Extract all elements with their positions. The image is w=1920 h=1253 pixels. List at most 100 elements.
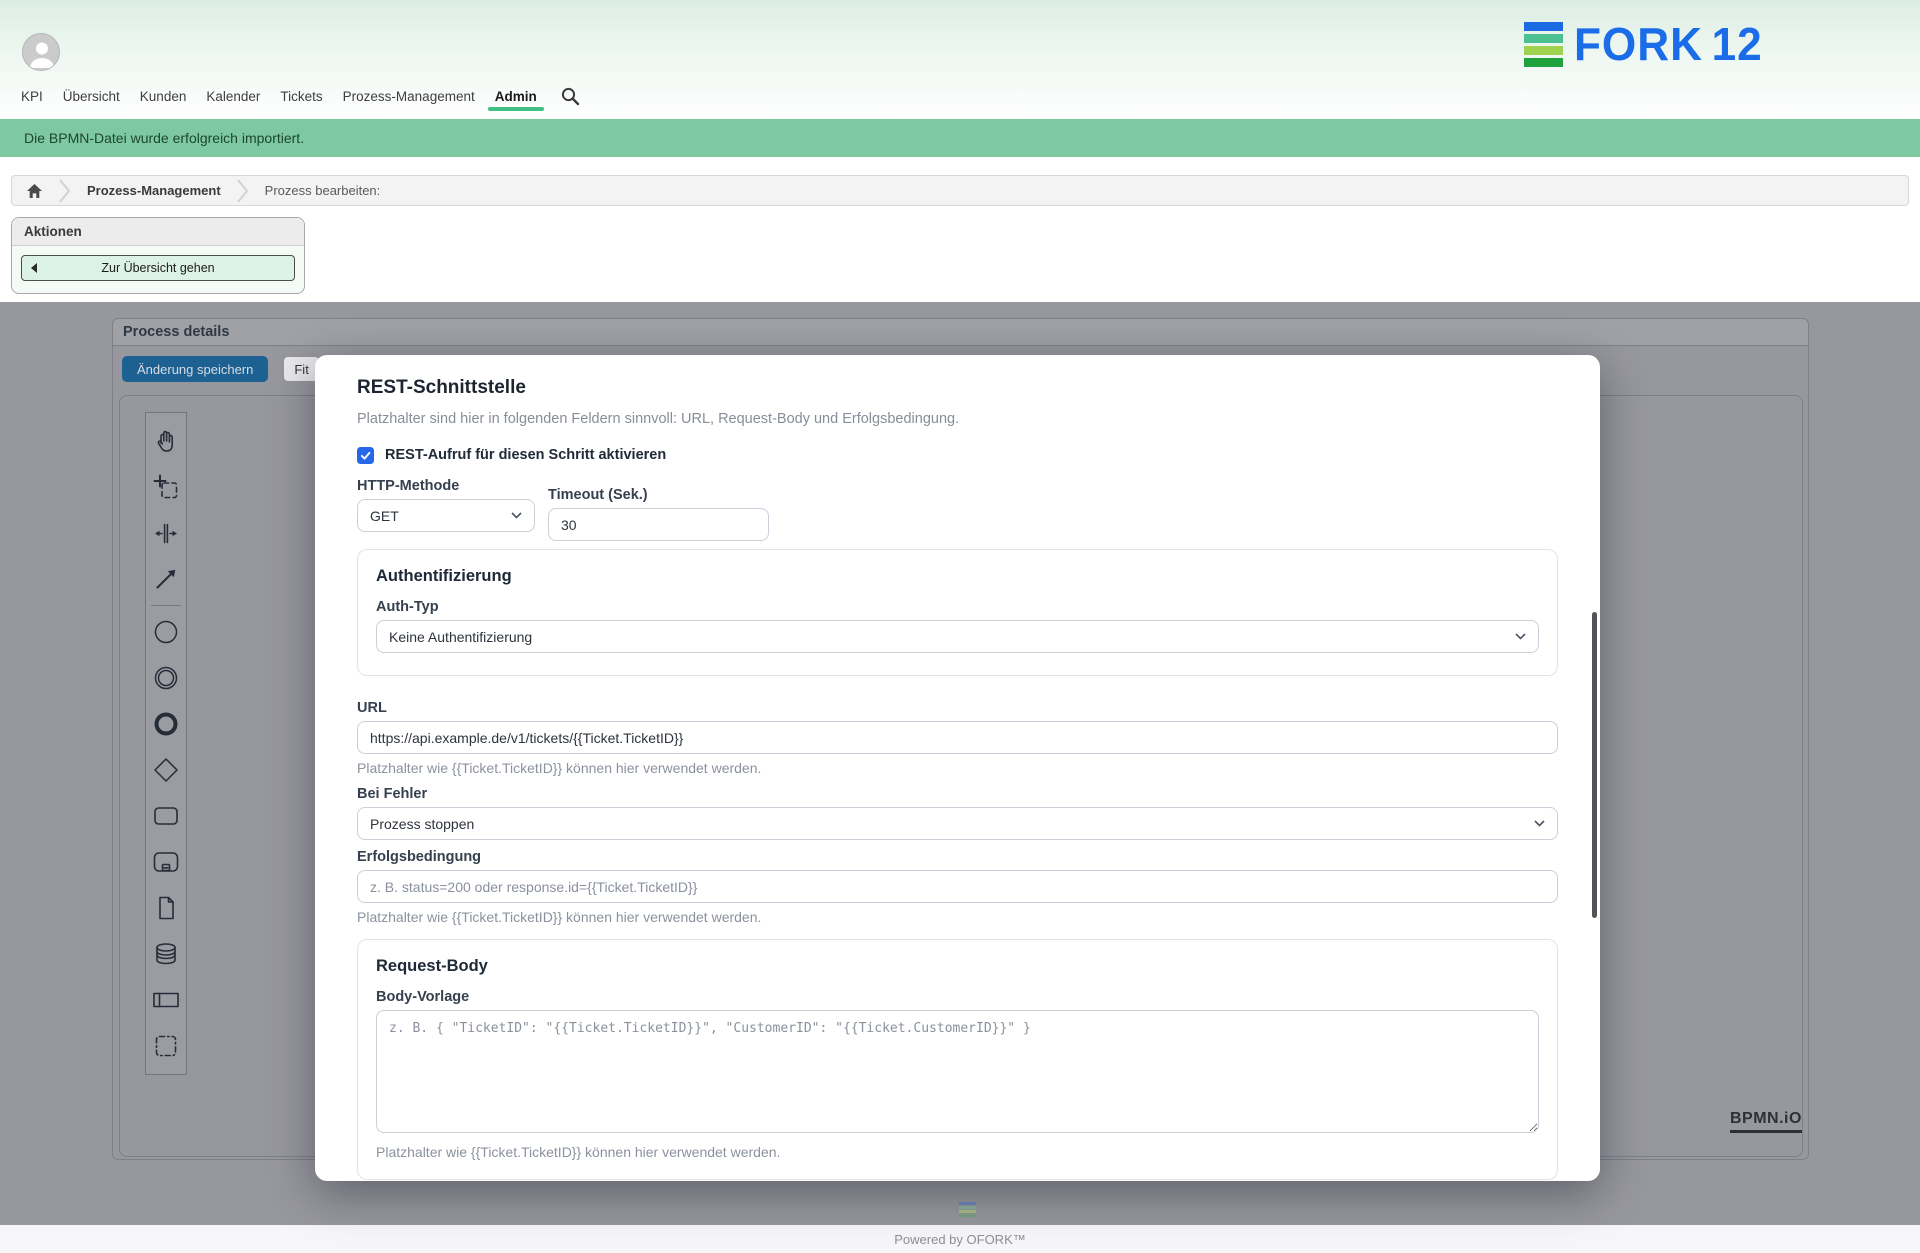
body-template-textarea[interactable]	[376, 1010, 1539, 1133]
palette-end-event[interactable]	[146, 701, 186, 747]
task-icon	[151, 801, 181, 831]
logo-text: FORK	[1574, 21, 1703, 67]
body-template-help-text: Platzhalter wie {{Ticket.TicketID}} könn…	[376, 1144, 1539, 1161]
palette-gateway[interactable]	[146, 747, 186, 793]
active-tab-underline	[488, 107, 544, 111]
nav-item-prozess-management[interactable]: Prozess-Management	[343, 89, 475, 104]
go-to-overview-label: Zur Übersicht gehen	[101, 261, 214, 275]
http-method-select[interactable]: GET	[357, 499, 535, 532]
body-template-label: Body-Vorlage	[376, 989, 1539, 1005]
palette-data-store[interactable]	[146, 931, 186, 977]
palette-start-event[interactable]	[146, 609, 186, 655]
on-error-value: Prozess stoppen	[370, 816, 474, 832]
actions-widget: Aktionen Zur Übersicht gehen	[11, 217, 305, 294]
nav-item-uebersicht[interactable]: Übersicht	[63, 89, 120, 104]
on-error-label: Bei Fehler	[357, 786, 1558, 802]
intermediate-event-icon	[151, 663, 181, 693]
success-condition-label: Erfolgsbedingung	[357, 849, 1558, 865]
end-event-icon	[151, 709, 181, 739]
group-icon	[151, 1031, 181, 1061]
rest-enable-checkbox[interactable]	[357, 447, 374, 464]
palette-task[interactable]	[146, 793, 186, 839]
dialog-title: REST-Schnittstelle	[357, 377, 1558, 399]
rest-interface-dialog: REST-Schnittstelle Platzhalter sind hier…	[315, 355, 1600, 1181]
chevron-down-icon	[1515, 633, 1526, 640]
timeout-label: Timeout (Sek.)	[548, 487, 769, 503]
palette-subprocess[interactable]	[146, 839, 186, 885]
http-method-label: HTTP-Methode	[357, 478, 535, 494]
subprocess-icon	[151, 847, 181, 877]
auth-type-value: Keine Authentifizierung	[389, 629, 532, 645]
space-tool-icon	[151, 518, 181, 548]
nav-item-kpi[interactable]: KPI	[21, 89, 43, 104]
url-input[interactable]	[357, 721, 1558, 754]
nav-item-kalender[interactable]: Kalender	[206, 89, 260, 104]
url-label: URL	[357, 700, 1558, 716]
palette-group[interactable]	[146, 1023, 186, 1069]
auth-section-title: Authentifizierung	[376, 566, 1539, 586]
checkmark-icon	[359, 449, 372, 462]
dialog-intro-text: Platzhalter sind hier in folgenden Felde…	[357, 411, 1558, 428]
bpmn-palette	[145, 412, 187, 1075]
palette-space-tool[interactable]	[146, 510, 186, 556]
success-condition-input[interactable]	[357, 870, 1558, 903]
go-to-overview-button[interactable]: Zur Übersicht gehen	[21, 255, 295, 281]
person-icon	[23, 34, 60, 71]
auth-section: Authentifizierung Auth-Typ Keine Authent…	[357, 549, 1558, 676]
auth-type-select[interactable]: Keine Authentifizierung	[376, 620, 1539, 653]
chevron-down-icon	[511, 512, 522, 519]
triangle-left-icon	[31, 263, 37, 273]
auth-type-label: Auth-Typ	[376, 599, 1539, 615]
fork12-logo: FORK 12	[1524, 21, 1771, 67]
search-button[interactable]	[561, 87, 580, 106]
main-nav: KPI Übersicht Kunden Kalender Tickets Pr…	[21, 87, 580, 106]
participant-icon	[151, 985, 181, 1015]
page-footer: Powered by OFORK™	[0, 1225, 1920, 1253]
palette-intermediate-event[interactable]	[146, 655, 186, 701]
nav-item-admin[interactable]: Admin	[495, 89, 537, 104]
data-object-icon	[151, 893, 181, 923]
bpmn-io-watermark: BPMN.iO	[1730, 1110, 1802, 1133]
rest-enable-label: REST-Aufruf für diesen Schritt aktiviere…	[385, 447, 666, 463]
data-store-icon	[151, 939, 181, 969]
chevron-right-icon	[59, 179, 71, 203]
palette-data-object[interactable]	[146, 885, 186, 931]
timeout-field: Timeout (Sek.)	[548, 487, 769, 541]
breadcrumb-current-page: Prozess bearbeiten:	[265, 183, 381, 198]
http-method-value: GET	[370, 508, 399, 524]
chevron-right-icon	[237, 179, 249, 203]
start-event-icon	[151, 617, 181, 647]
connect-arrow-icon	[151, 564, 181, 594]
dialog-scrollbar[interactable]	[1592, 612, 1597, 918]
timeout-input[interactable]	[548, 508, 769, 541]
gateway-icon	[151, 755, 181, 785]
request-body-section: Request-Body Body-Vorlage Platzhalter wi…	[357, 939, 1558, 1180]
breadcrumb-home[interactable]	[26, 183, 43, 199]
request-body-title: Request-Body	[376, 956, 1539, 976]
on-error-select[interactable]: Prozess stoppen	[357, 807, 1558, 840]
nav-item-kunden[interactable]: Kunden	[140, 89, 187, 104]
user-avatar[interactable]	[22, 33, 60, 71]
success-notification: Die BPMN-Datei wurde erfolgreich importi…	[0, 119, 1920, 157]
notification-text: Die BPMN-Datei wurde erfolgreich importi…	[24, 130, 304, 146]
nav-item-tickets[interactable]: Tickets	[280, 89, 322, 104]
nav-item-admin-label: Admin	[495, 89, 537, 104]
palette-global-connect-tool[interactable]	[146, 556, 186, 602]
palette-separator	[151, 605, 181, 606]
home-icon	[26, 183, 43, 199]
actions-widget-title: Aktionen	[12, 218, 304, 246]
dimmed-logo-bars-icon	[959, 1202, 976, 1217]
palette-participant[interactable]	[146, 977, 186, 1023]
chevron-down-icon	[1534, 820, 1545, 827]
lasso-tool-icon	[151, 472, 181, 502]
url-help-text: Platzhalter wie {{Ticket.TicketID}} könn…	[357, 760, 1558, 777]
search-icon	[561, 87, 580, 106]
http-method-field: HTTP-Methode GET	[357, 478, 535, 541]
save-changes-button[interactable]: Änderung speichern	[122, 356, 268, 382]
breadcrumb: Prozess-Management Prozess bearbeiten:	[11, 175, 1909, 206]
breadcrumb-prozess-management[interactable]: Prozess-Management	[87, 183, 221, 198]
palette-hand-tool[interactable]	[146, 418, 186, 464]
palette-lasso-tool[interactable]	[146, 464, 186, 510]
process-details-title: Process details	[113, 319, 1808, 346]
logo-bars-icon	[1524, 22, 1563, 67]
